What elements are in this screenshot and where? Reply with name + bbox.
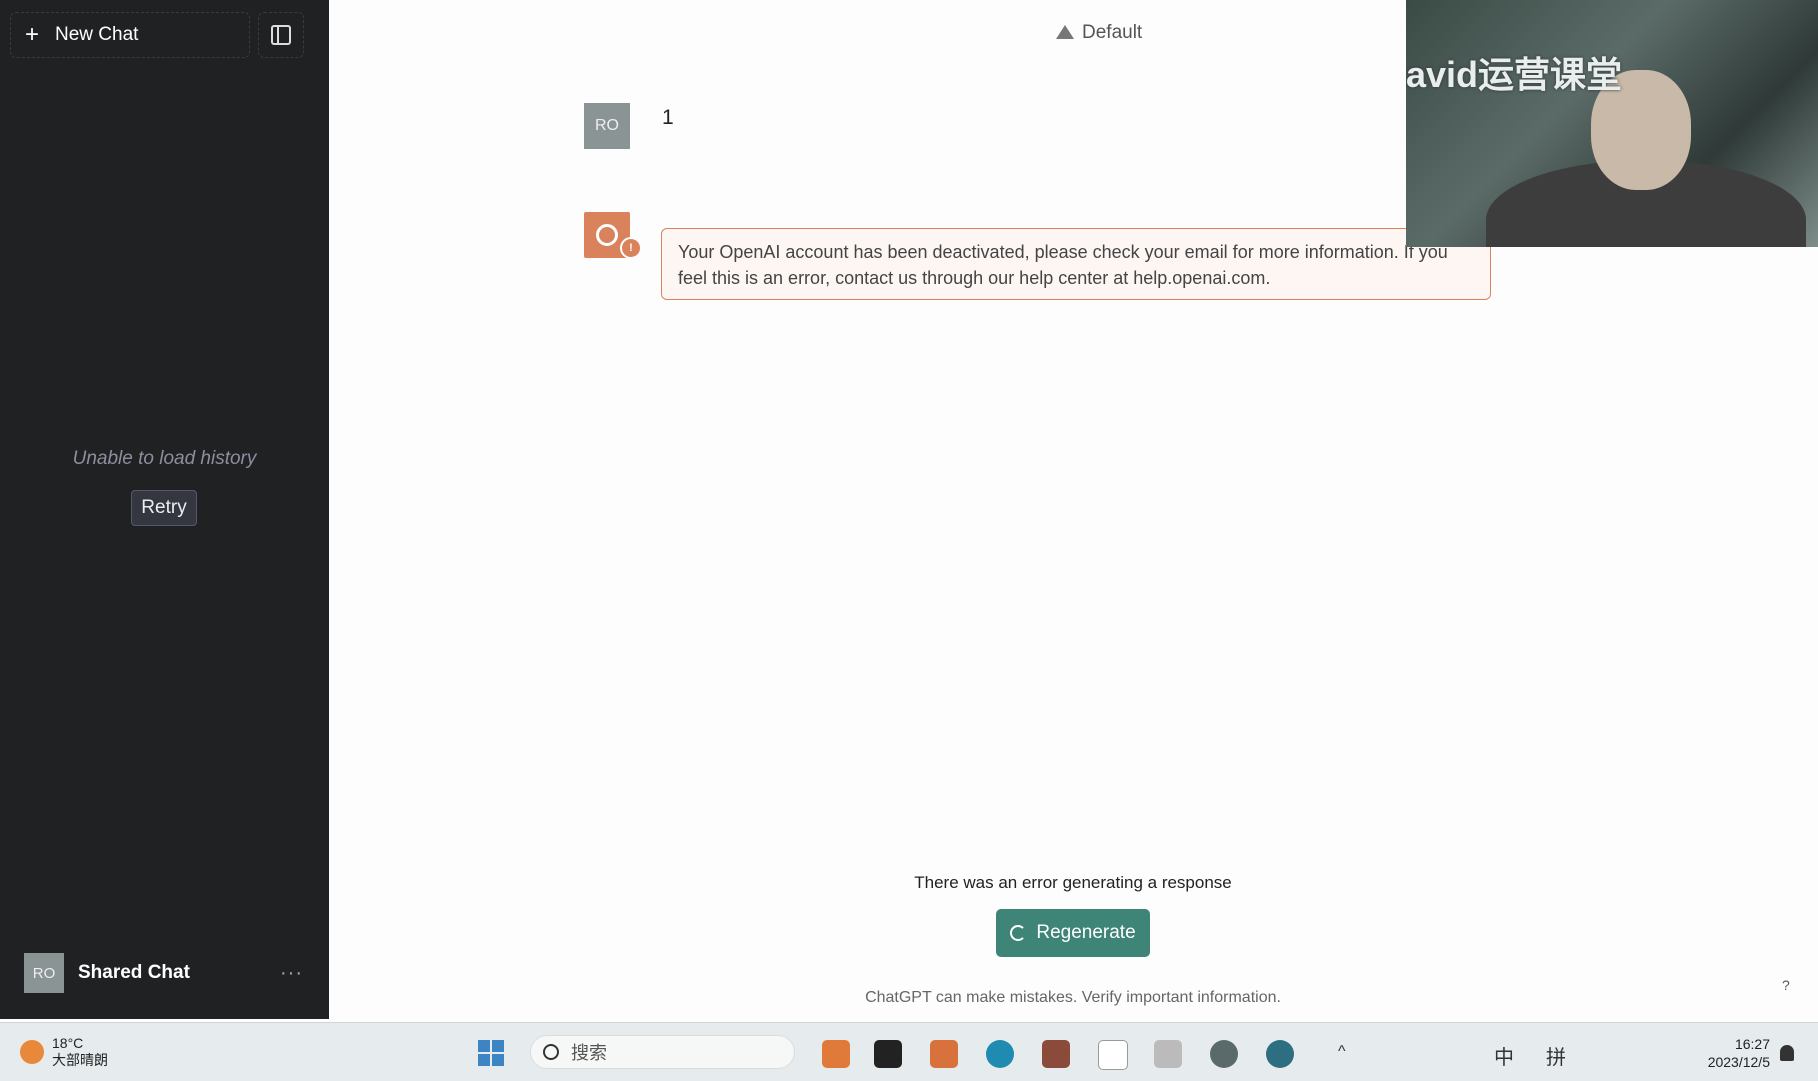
clock[interactable]: 16:27 2023/12/5 xyxy=(1696,1035,1770,1071)
edge-dev-icon[interactable] xyxy=(1266,1040,1294,1068)
notification-icon[interactable] xyxy=(1780,1045,1794,1061)
new-chat-button[interactable]: + New Chat xyxy=(10,12,250,58)
edge-icon[interactable] xyxy=(986,1040,1014,1068)
app-icon[interactable] xyxy=(874,1040,902,1068)
user-name: Shared Chat xyxy=(78,962,190,983)
weather-temp: 18°C xyxy=(52,1035,84,1051)
webcam-watermark: avid运营课堂 xyxy=(1406,54,1623,95)
start-icon[interactable] xyxy=(478,1040,504,1066)
history-error-text: Unable to load history xyxy=(72,448,257,469)
user-message: 1 xyxy=(662,106,674,129)
avatar: RO xyxy=(24,953,64,993)
app-icon[interactable] xyxy=(930,1040,958,1068)
toggle-sidebar-button[interactable] xyxy=(258,12,304,58)
search-placeholder: 搜索 xyxy=(571,1043,607,1063)
warning-icon: ! xyxy=(620,237,642,259)
search-icon xyxy=(543,1044,559,1060)
plus-icon: + xyxy=(25,21,40,48)
app-icon[interactable] xyxy=(1210,1040,1238,1068)
weather-icon xyxy=(20,1040,44,1064)
new-chat-label: New Chat xyxy=(55,24,139,45)
weather-desc: 大部晴朗 xyxy=(52,1052,108,1068)
tray-ime[interactable]: 拼 xyxy=(1546,1041,1566,1070)
refresh-icon xyxy=(1010,925,1027,941)
time: 16:27 xyxy=(1734,1036,1770,1052)
regenerate-button[interactable]: Regenerate xyxy=(996,909,1150,957)
more-options-icon[interactable]: ··· xyxy=(280,962,303,985)
flask-icon xyxy=(1056,25,1074,39)
sidebar-icon xyxy=(271,25,291,45)
app-icon[interactable] xyxy=(1042,1040,1070,1068)
app-icon[interactable] xyxy=(822,1040,850,1068)
retry-button[interactable]: Retry xyxy=(131,490,197,526)
model-name: Default xyxy=(1082,22,1143,43)
disclaimer: ChatGPT can make mistakes. Verify import… xyxy=(865,989,1281,1006)
generation-error-text: There was an error generating a response xyxy=(914,873,1232,892)
openai-logo-icon xyxy=(596,224,618,246)
tray-lang[interactable]: 中 xyxy=(1494,1041,1514,1070)
help-button[interactable]: ? xyxy=(1782,977,1790,993)
user-avatar: RO xyxy=(584,103,630,149)
chevron-up-icon[interactable]: ^ xyxy=(1338,1043,1346,1061)
date: 2023/12/5 xyxy=(1707,1054,1770,1070)
sidebar: + New Chat Unable to load history Retry … xyxy=(0,0,329,1019)
webcam-overlay: avid运营课堂 xyxy=(1406,0,1818,247)
taskbar: 18°C 大部晴朗 搜索 ^ 中 拼 16:27 2023/12/5 xyxy=(0,1022,1818,1081)
model-label: Default xyxy=(1056,22,1142,44)
regenerate-label: Regenerate xyxy=(1036,922,1136,943)
typora-icon[interactable] xyxy=(1098,1040,1128,1070)
weather-widget[interactable]: 18°C 大部晴朗 xyxy=(20,1035,108,1069)
assistant-error-message: Your OpenAI account has been deactivated… xyxy=(661,228,1491,300)
taskbar-search[interactable]: 搜索 xyxy=(530,1035,795,1069)
notepad-icon[interactable] xyxy=(1154,1040,1182,1068)
